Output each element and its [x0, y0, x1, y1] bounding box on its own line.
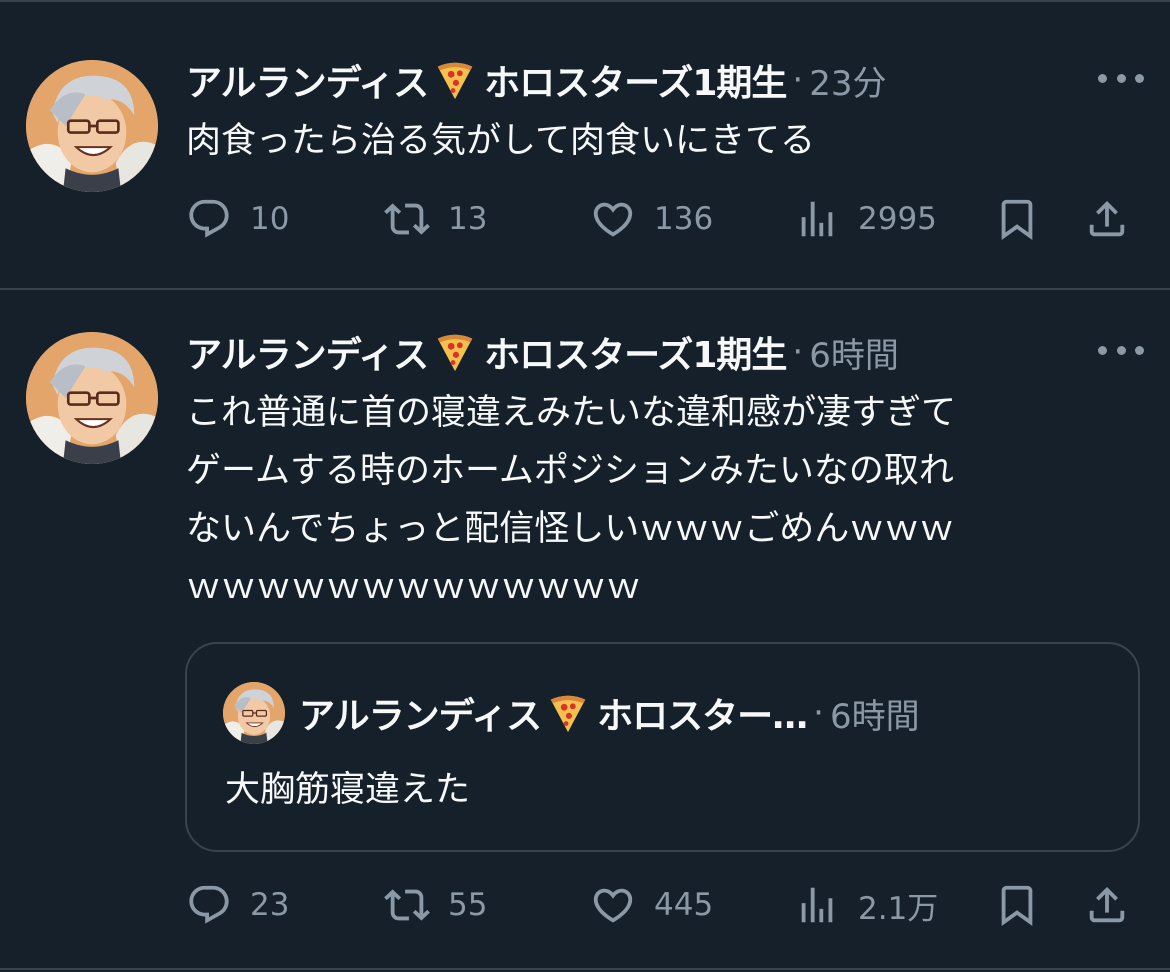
separator-dot: ·: [792, 332, 804, 372]
timestamp[interactable]: 6時間: [809, 328, 899, 377]
tweet-text: 肉食ったら治る気がして肉食いにきてる: [186, 121, 815, 161]
author-name[interactable]: アルランディス: [186, 54, 429, 106]
pizza-emoji: [545, 690, 591, 736]
separator-dot: ·: [813, 693, 824, 733]
like-count: 445: [654, 887, 714, 923]
avatar-image: [26, 60, 158, 192]
views-count: 2.1万: [858, 890, 939, 927]
avatar[interactable]: [26, 332, 158, 464]
more-icon[interactable]: [1098, 330, 1144, 370]
retweet-button[interactable]: 13: [384, 194, 487, 244]
heart-icon: [590, 196, 636, 242]
bookmark-button[interactable]: [994, 880, 1058, 930]
tweet[interactable]: アルランディス ホロスターズ1期生 · 6時間 これ普通に首の寝違えみたいな違和…: [0, 290, 1170, 972]
author-name-suffix[interactable]: ホロスターズ1期生: [484, 54, 787, 106]
timestamp[interactable]: 23分: [809, 56, 886, 105]
retweet-icon: [384, 882, 430, 928]
views-button[interactable]: 2.1万: [794, 880, 938, 930]
tweet[interactable]: アルランディス ホロスターズ1期生 · 23分 肉食ったら治る気がして肉食いにき…: [0, 0, 1170, 286]
avatar-image: [26, 332, 158, 464]
reply-button[interactable]: 23: [186, 880, 289, 930]
avatar[interactable]: [26, 60, 158, 192]
tweet-text-line: ゲームする時のホームポジションみたいなの取れ: [186, 451, 954, 491]
separator-dot: ·: [792, 60, 804, 100]
quoted-timestamp[interactable]: 6時間: [830, 689, 920, 738]
pizza-emoji: [432, 329, 478, 375]
reply-icon: [186, 882, 232, 928]
divider: [0, 968, 1170, 970]
views-icon: [794, 196, 840, 242]
more-icon[interactable]: [1098, 58, 1144, 98]
retweet-count: 55: [448, 887, 488, 923]
tweet-text-line: ｗｗｗｗｗｗｗｗｗｗｗｗｗ: [186, 567, 642, 607]
reply-icon: [186, 196, 232, 242]
share-button[interactable]: [1084, 194, 1148, 244]
like-button[interactable]: 445: [590, 880, 713, 930]
like-button[interactable]: 136: [590, 194, 713, 244]
views-button[interactable]: 2995: [794, 194, 937, 244]
views-icon: [794, 882, 840, 928]
heart-icon: [590, 882, 636, 928]
views-count: 2995: [858, 201, 937, 237]
share-icon: [1084, 882, 1130, 928]
author-name[interactable]: アルランディス: [186, 326, 429, 378]
share-icon: [1084, 196, 1130, 242]
quoted-text: 大胸筋寝違えた: [225, 770, 471, 810]
quoted-tweet[interactable]: アルランディス ホロスター… · 6時間 大胸筋寝違えた: [185, 642, 1140, 852]
bookmark-button[interactable]: [994, 194, 1058, 244]
retweet-count: 13: [448, 201, 488, 237]
tweet-text-line: ないんでちょっと配信怪しいｗｗｗごめんｗｗｗ: [186, 509, 955, 549]
reply-count: 23: [250, 887, 290, 923]
tweet-header: アルランディス ホロスターズ1期生 · 6時間: [186, 326, 1170, 378]
tweet-text: これ普通に首の寝違えみたいな違和感が凄すぎて ゲームする時のホームポジションみた…: [186, 384, 1126, 616]
tweet-header: アルランディス ホロスターズ1期生 · 23分: [186, 54, 1170, 106]
timeline-feed: アルランディス ホロスターズ1期生 · 23分 肉食ったら治る気がして肉食いにき…: [0, 0, 1170, 972]
like-count: 136: [654, 201, 714, 237]
quoted-avatar[interactable]: [223, 682, 285, 744]
tweet-text-line: これ普通に首の寝違えみたいな違和感が凄すぎて: [186, 393, 957, 433]
reply-count: 10: [250, 201, 290, 237]
action-bar: 23 55 445 2.1万: [186, 880, 1146, 930]
bookmark-icon: [994, 196, 1040, 242]
quoted-author-name[interactable]: アルランディス: [299, 687, 542, 739]
quoted-author-suffix[interactable]: ホロスター…: [597, 687, 808, 739]
retweet-icon: [384, 196, 430, 242]
author-name-suffix[interactable]: ホロスターズ1期生: [484, 326, 787, 378]
share-button[interactable]: [1084, 880, 1148, 930]
action-bar: 10 13 136 2995: [186, 194, 1146, 244]
retweet-button[interactable]: 55: [384, 880, 487, 930]
bookmark-icon: [994, 882, 1040, 928]
avatar-image: [223, 682, 285, 744]
quoted-header: アルランディス ホロスター… · 6時間: [299, 686, 920, 740]
pizza-emoji: [432, 57, 478, 103]
reply-button[interactable]: 10: [186, 194, 289, 244]
